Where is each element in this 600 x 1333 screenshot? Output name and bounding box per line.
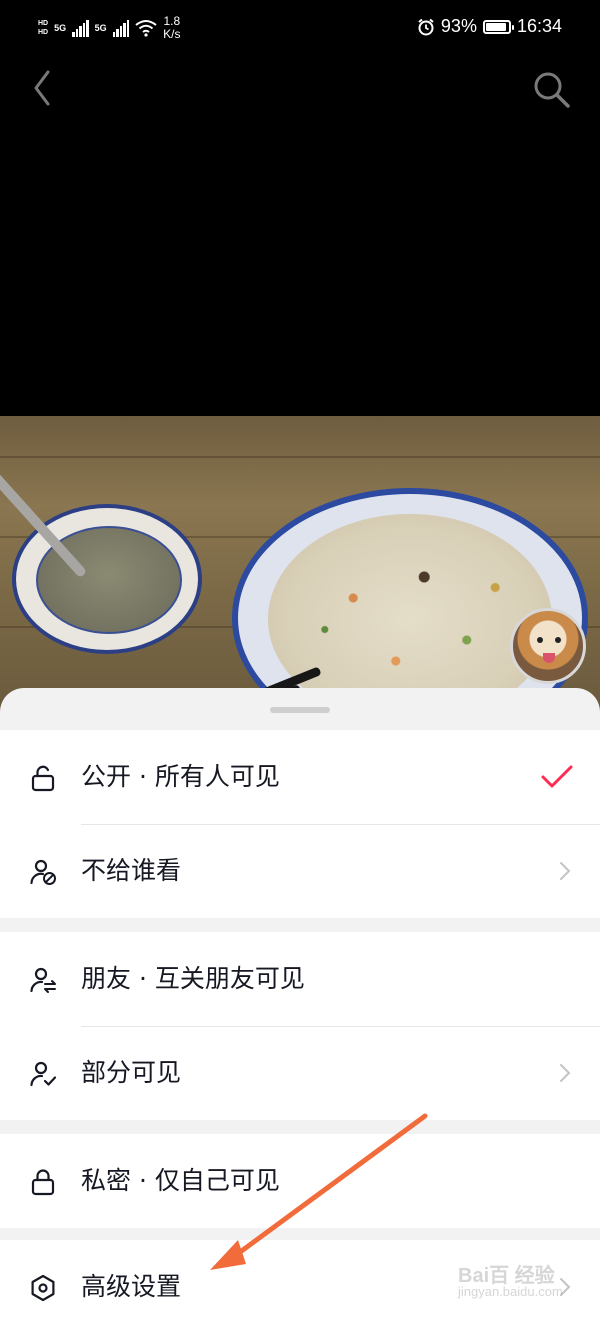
network-type-1: 5G [54, 23, 67, 33]
clock: 16:34 [516, 16, 562, 36]
video-cover-image [0, 416, 600, 716]
fried-rice [268, 514, 552, 716]
back-button[interactable] [22, 66, 62, 110]
user-block-icon [30, 859, 56, 885]
search-icon [534, 72, 570, 108]
battery-icon [482, 19, 514, 34]
table-grain [0, 456, 600, 458]
user-check-icon [30, 1061, 57, 1087]
chevron-right-icon [560, 1064, 571, 1082]
wifi-icon [135, 20, 157, 37]
hexagon-settings-icon [31, 1274, 55, 1302]
option-label: 私密 · 仅自己可见 [81, 1166, 280, 1195]
signal-icon-2 [112, 19, 130, 37]
lock-icon [31, 1169, 55, 1196]
hd-bottom: HD [38, 29, 49, 36]
option-partial[interactable]: 部分可见 [0, 1026, 600, 1120]
option-label: 高级设置 [81, 1272, 182, 1301]
alarm-icon [418, 18, 434, 35]
avatar-eye [537, 637, 543, 643]
network-type-2: 5G [94, 23, 107, 33]
chevron-left-icon [34, 70, 50, 106]
battery-percent: 93% [440, 16, 477, 36]
watermark-url: jingyan.baidu.com [458, 1284, 563, 1299]
option-public[interactable]: 公开 · 所有人可见 [0, 730, 600, 824]
option-label: 公开 · 所有人可见 [81, 762, 280, 791]
net-speed: 1.8 K/s [163, 15, 180, 41]
avatar[interactable] [510, 608, 586, 684]
user-swap-icon [30, 967, 56, 993]
status-bar: HD HD 5G 5G 1.8 K/s 93% 16:34 [0, 0, 600, 56]
visibility-bottom-sheet: 公开 · 所有人可见 不给谁看 朋友 · 互关朋友可见 部分可见 私密 · 仅自… [0, 688, 600, 1333]
option-friends[interactable]: 朋友 · 互关朋友可见 [0, 932, 600, 1026]
option-hide-from[interactable]: 不给谁看 [0, 824, 600, 918]
visibility-group-friends: 朋友 · 互关朋友可见 部分可见 [0, 932, 600, 1120]
status-left: HD HD 5G 5G 1.8 K/s [38, 14, 181, 42]
unlock-icon [31, 765, 55, 792]
chevron-right-icon [560, 862, 571, 880]
search-button[interactable] [528, 66, 574, 112]
visibility-group-public: 公开 · 所有人可见 不给谁看 [0, 730, 600, 918]
status-right: 93% 16:34 [417, 16, 562, 37]
hd-top: HD [38, 20, 49, 27]
option-private[interactable]: 私密 · 仅自己可见 [0, 1134, 600, 1228]
avatar-eye [555, 637, 561, 643]
watermark-brand: Bai百 经验 [458, 1265, 555, 1287]
option-label: 朋友 · 互关朋友可见 [81, 964, 305, 993]
check-icon [541, 765, 573, 788]
avatar-tongue [543, 653, 555, 663]
watermark: Bai百 经验 jingyan.baidu.com [458, 1265, 563, 1300]
signal-icon [72, 19, 89, 37]
option-label: 部分可见 [81, 1058, 182, 1087]
option-label: 不给谁看 [81, 856, 182, 885]
visibility-group-private: 私密 · 仅自己可见 [0, 1134, 600, 1228]
net-speed-unit: K/s [163, 27, 181, 41]
hd-indicator: HD HD [38, 19, 48, 37]
sheet-drag-handle[interactable] [270, 707, 330, 713]
